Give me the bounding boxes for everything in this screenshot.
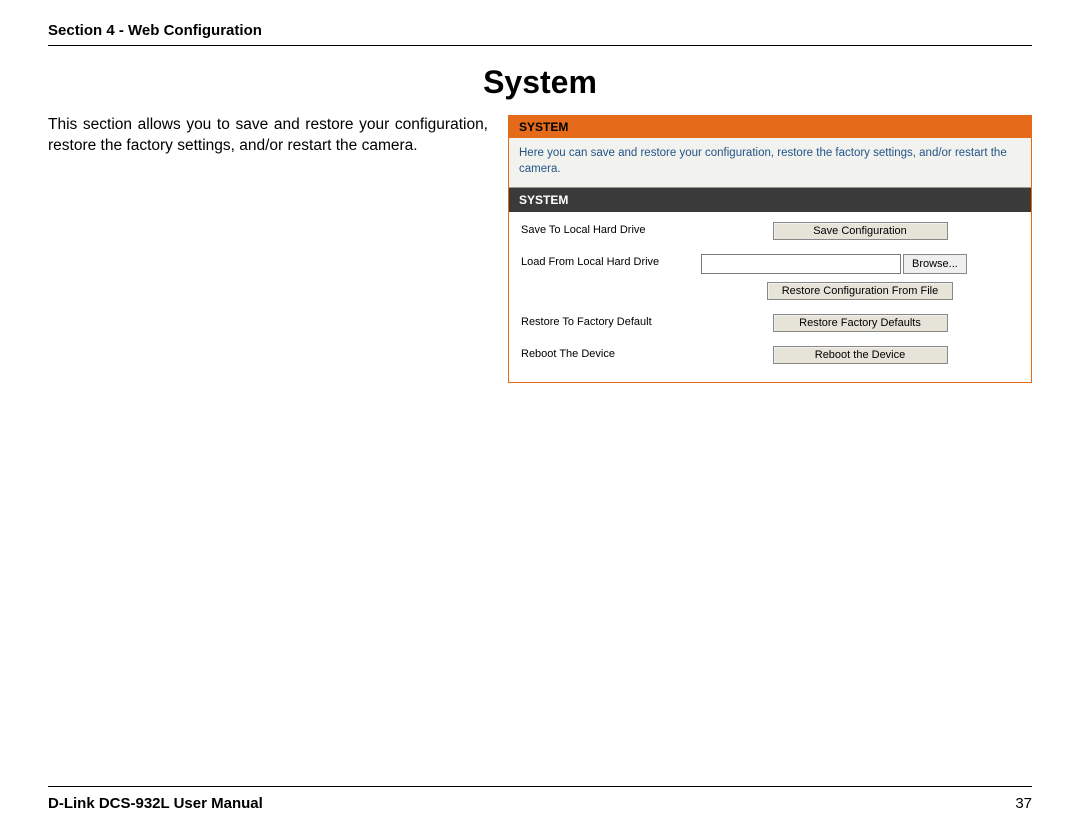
page-footer: D-Link DCS-932L User Manual 37 [48,786,1032,812]
browse-button[interactable]: Browse... [903,254,967,274]
restore-factory-defaults-button[interactable]: Restore Factory Defaults [773,314,948,332]
label-restore: Restore To Factory Default [521,314,701,328]
section-header: Section 4 - Web Configuration [48,22,1032,46]
description-text: This section allows you to save and rest… [48,115,488,157]
label-reboot: Reboot The Device [521,346,701,360]
save-configuration-button[interactable]: Save Configuration [773,222,948,240]
file-path-input[interactable] [701,254,901,274]
panel-body: Save To Local Hard Drive Save Configurat… [509,212,1031,382]
row-load: Load From Local Hard Drive Browse... Res… [521,254,1019,300]
restore-from-file-button[interactable]: Restore Configuration From File [767,282,954,300]
panel-intro-text: Here you can save and restore your confi… [509,138,1031,188]
system-panel: SYSTEM Here you can save and restore you… [508,115,1032,383]
reboot-device-button[interactable]: Reboot the Device [773,346,948,364]
footer-page-number: 37 [1015,795,1032,812]
panel-header-dark: SYSTEM [509,188,1031,212]
row-save: Save To Local Hard Drive Save Configurat… [521,222,1019,240]
panel-header-orange: SYSTEM [509,116,1031,138]
row-restore: Restore To Factory Default Restore Facto… [521,314,1019,332]
label-save: Save To Local Hard Drive [521,222,701,236]
page-title: System [48,64,1032,101]
label-load: Load From Local Hard Drive [521,254,701,268]
footer-manual-title: D-Link DCS-932L User Manual [48,795,263,812]
row-reboot: Reboot The Device Reboot the Device [521,346,1019,364]
